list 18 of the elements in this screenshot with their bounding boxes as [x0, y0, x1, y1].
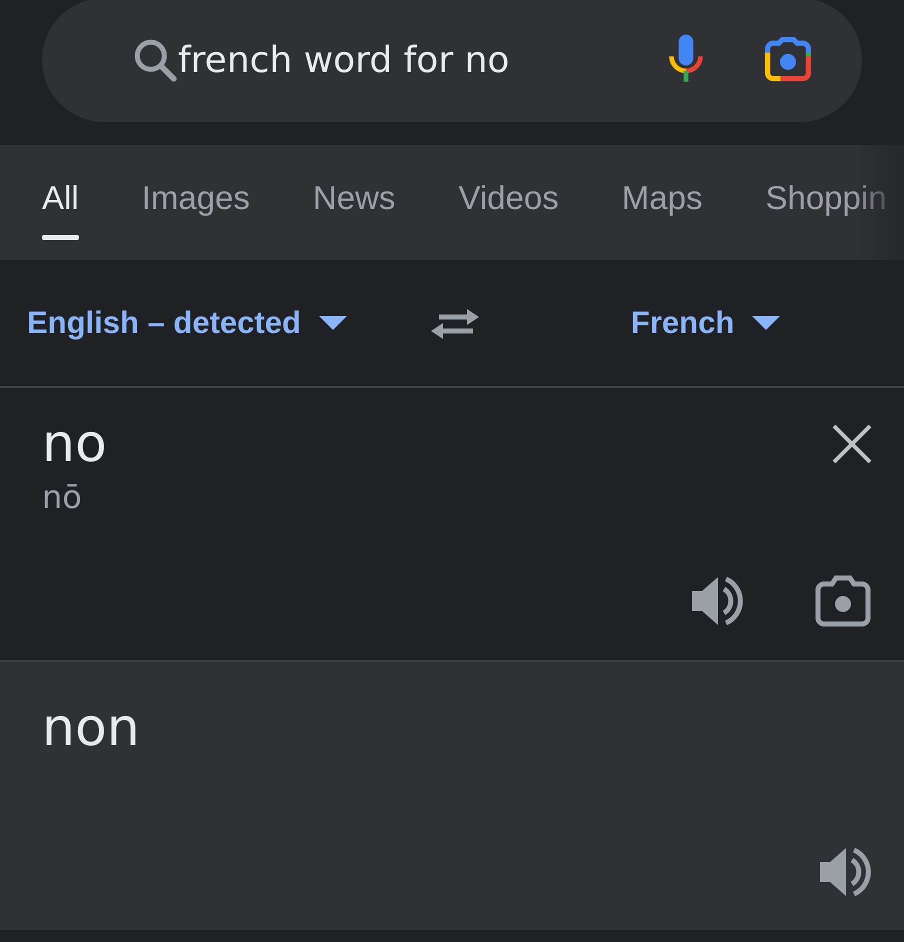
pronunciation-text: nō — [42, 478, 83, 516]
close-icon[interactable] — [832, 424, 872, 464]
speaker-icon[interactable] — [690, 575, 744, 627]
translation-text: non — [42, 698, 141, 758]
search-tab[interactable]: Videos — [458, 145, 559, 260]
search-field[interactable]: french word for no — [178, 40, 664, 80]
speaker-icon[interactable] — [818, 846, 872, 898]
search-tab[interactable]: Shoppin — [765, 145, 887, 260]
target-language-dropdown[interactable]: French — [630, 305, 780, 341]
search-tab[interactable]: News — [312, 145, 396, 260]
source-language-dropdown[interactable]: English – detected — [27, 305, 347, 341]
source-text: no — [42, 414, 107, 474]
search-tab[interactable]: All — [42, 145, 79, 260]
search-tab[interactable]: Images — [142, 145, 250, 260]
search-tab[interactable]: Maps — [622, 145, 702, 260]
camera-icon[interactable] — [814, 574, 872, 628]
caret-icon — [318, 316, 347, 330]
caret-icon — [752, 316, 780, 330]
